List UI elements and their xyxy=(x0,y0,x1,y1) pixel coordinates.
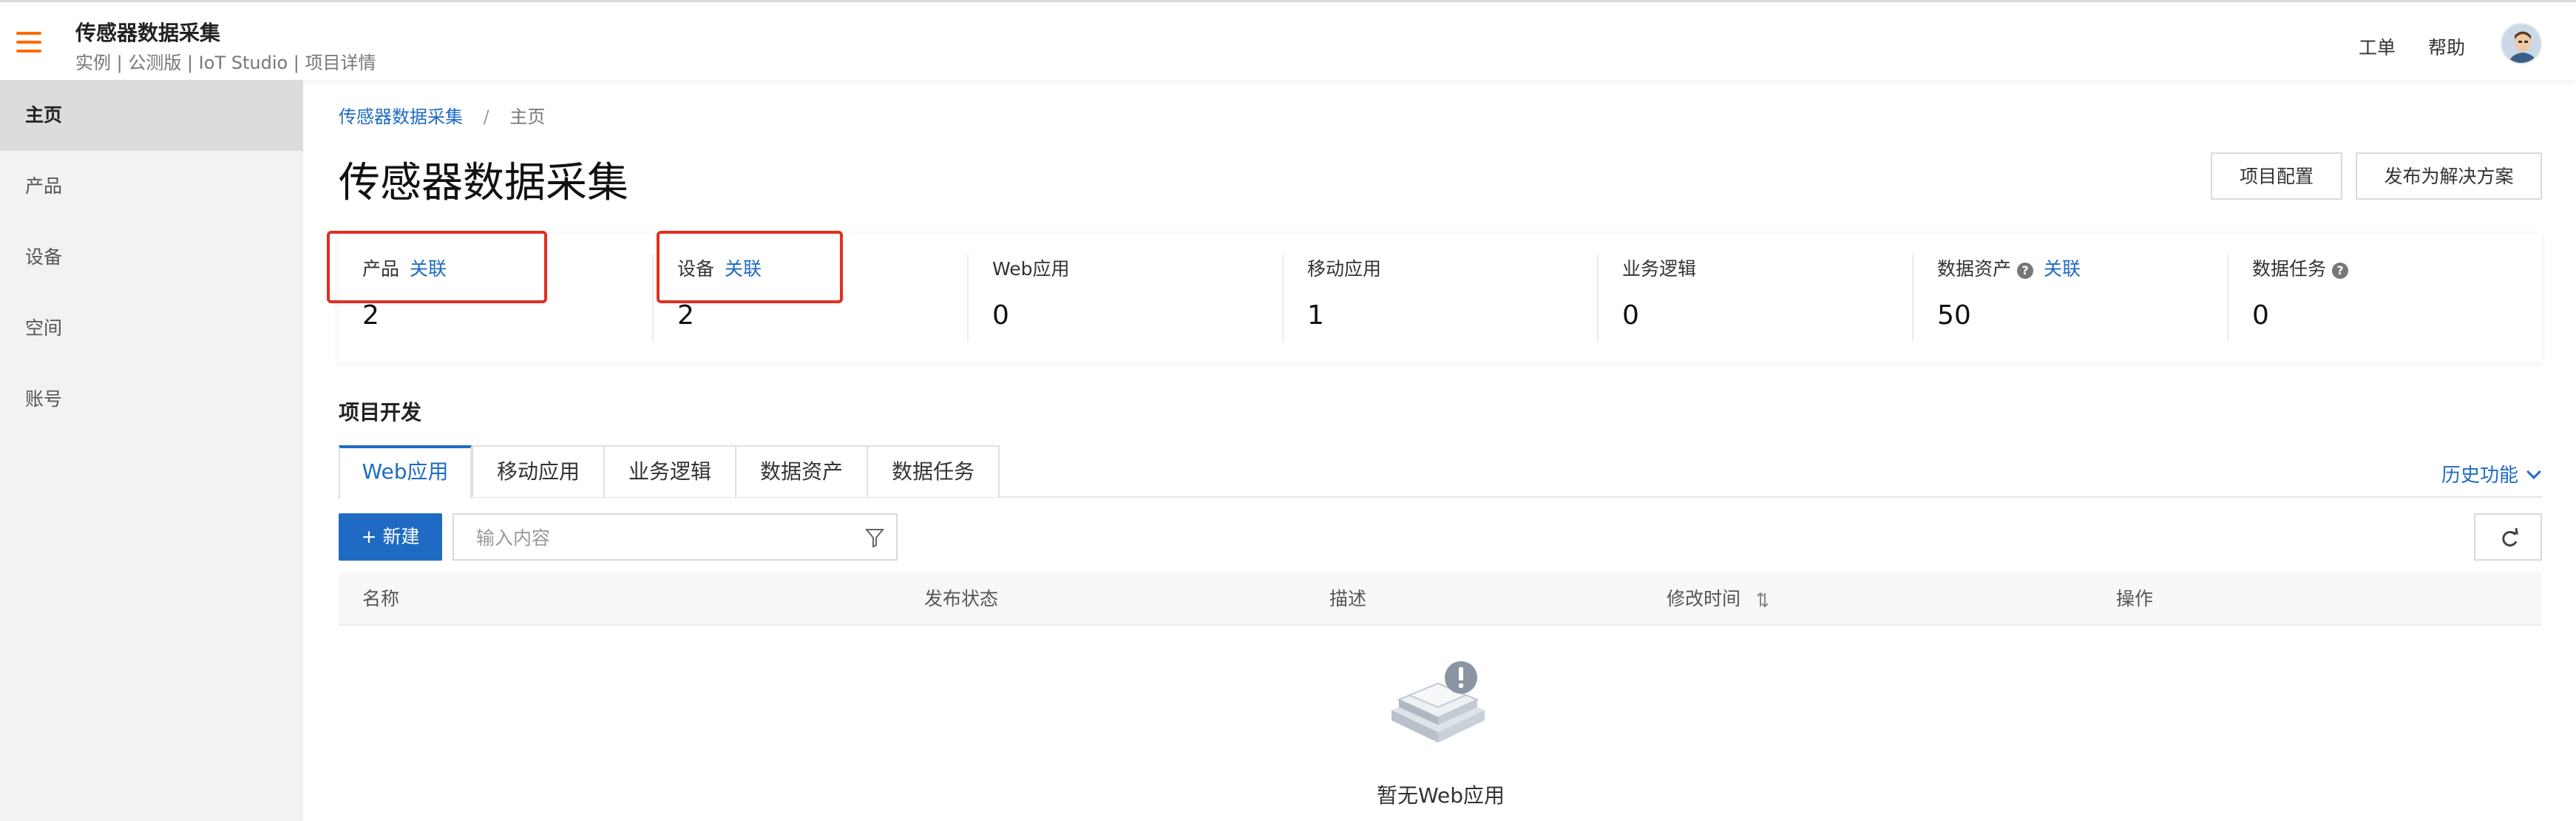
user-avatar[interactable] xyxy=(2501,23,2542,64)
search-box xyxy=(453,513,898,561)
sort-icon[interactable] xyxy=(1757,592,1769,608)
refresh-icon xyxy=(2502,527,2518,547)
chevron-down-icon xyxy=(2526,464,2541,479)
stat-label: 数据任务 xyxy=(2252,258,2327,280)
column-description: 描述 xyxy=(1329,588,1367,609)
stat-business-logic: 业务逻辑 0 xyxy=(1599,234,1914,362)
stat-mobile-app: 移动应用 1 xyxy=(1284,234,1599,362)
sidebar-item-space[interactable]: 空间 xyxy=(0,293,303,364)
tab-data-tasks[interactable]: 数据任务 xyxy=(867,445,1000,497)
empty-state-illustration xyxy=(1392,661,1485,743)
stat-value: 0 xyxy=(992,300,1009,331)
help-icon[interactable]: ? xyxy=(2017,263,2034,279)
new-button[interactable]: + 新建 xyxy=(339,513,442,561)
column-modified-time-label: 修改时间 xyxy=(1667,588,1741,609)
column-name: 名称 xyxy=(362,588,400,609)
stat-value: 50 xyxy=(1937,300,1971,331)
avatar-icon xyxy=(2502,24,2541,63)
stat-web-app: Web应用 0 xyxy=(969,234,1284,362)
sidebar-item-device[interactable]: 设备 xyxy=(0,222,303,293)
sidebar-item-account[interactable]: 账号 xyxy=(0,364,303,435)
breadcrumb-root[interactable]: 传感器数据采集 xyxy=(339,107,463,127)
empty-state-text: 暂无Web应用 xyxy=(1377,783,1505,808)
tab-data-assets[interactable]: 数据资产 xyxy=(735,445,868,497)
search-input[interactable] xyxy=(476,524,846,552)
history-features-toggle[interactable]: 历史功能 xyxy=(2441,460,2541,487)
stat-label: Web应用 xyxy=(992,258,1070,280)
stat-value: 2 xyxy=(677,300,694,331)
column-publish-status: 发布状态 xyxy=(924,588,999,609)
help-link[interactable]: 帮助 xyxy=(2428,33,2465,60)
stat-label: 业务逻辑 xyxy=(1622,258,1697,280)
app-title: 传感器数据采集 xyxy=(75,21,221,45)
stat-data-tasks: 数据任务? 0 xyxy=(2228,234,2542,362)
tab-mobile-app[interactable]: 移动应用 xyxy=(472,445,605,497)
sidebar-item-product[interactable]: 产品 xyxy=(0,151,303,222)
tab-business-logic[interactable]: 业务逻辑 xyxy=(603,445,736,497)
page-title: 传感器数据采集 xyxy=(339,159,628,207)
publish-solution-button[interactable]: 发布为解决方案 xyxy=(2356,152,2542,200)
app-subtitle: 实例 | 公测版 | IoT Studio | 项目详情 xyxy=(75,53,376,73)
ticket-link[interactable]: 工单 xyxy=(2359,33,2396,60)
data-assets-link[interactable]: 关联 xyxy=(2044,258,2081,280)
refresh-button[interactable] xyxy=(2474,513,2542,561)
filter-icon[interactable] xyxy=(865,527,884,549)
sidebar: 主页 产品 设备 空间 账号 xyxy=(0,80,303,821)
breadcrumb: 传感器数据采集 / 主页 xyxy=(339,102,545,128)
project-config-button[interactable]: 项目配置 xyxy=(2211,152,2342,200)
column-modified-time[interactable]: 修改时间 xyxy=(1667,572,1769,626)
stat-value: 0 xyxy=(2252,300,2269,331)
stat-label: 移动应用 xyxy=(1307,258,1382,280)
breadcrumb-separator: / xyxy=(483,107,489,127)
menu-icon[interactable] xyxy=(16,32,41,54)
table-header: 名称 发布状态 描述 修改时间 操作 xyxy=(339,572,2542,626)
sidebar-item-home[interactable]: 主页 xyxy=(0,80,303,151)
breadcrumb-current: 主页 xyxy=(509,107,546,127)
highlight-box-device xyxy=(657,231,843,303)
stat-value: 0 xyxy=(1622,300,1639,331)
history-label: 历史功能 xyxy=(2441,464,2519,487)
stat-data-assets: 数据资产? 关联 50 xyxy=(1914,234,2228,362)
stat-value: 2 xyxy=(362,300,379,331)
top-header: 传感器数据采集 实例 | 公测版 | IoT Studio | 项目详情 工单 … xyxy=(0,0,2576,80)
stat-label: 数据资产 xyxy=(1937,258,2012,280)
column-actions: 操作 xyxy=(2116,588,2154,609)
stat-value: 1 xyxy=(1307,300,1324,331)
help-icon[interactable]: ? xyxy=(2332,263,2349,279)
highlight-box-product xyxy=(327,231,547,303)
section-title: 项目开发 xyxy=(339,400,422,425)
tab-web-app[interactable]: Web应用 xyxy=(339,445,472,499)
